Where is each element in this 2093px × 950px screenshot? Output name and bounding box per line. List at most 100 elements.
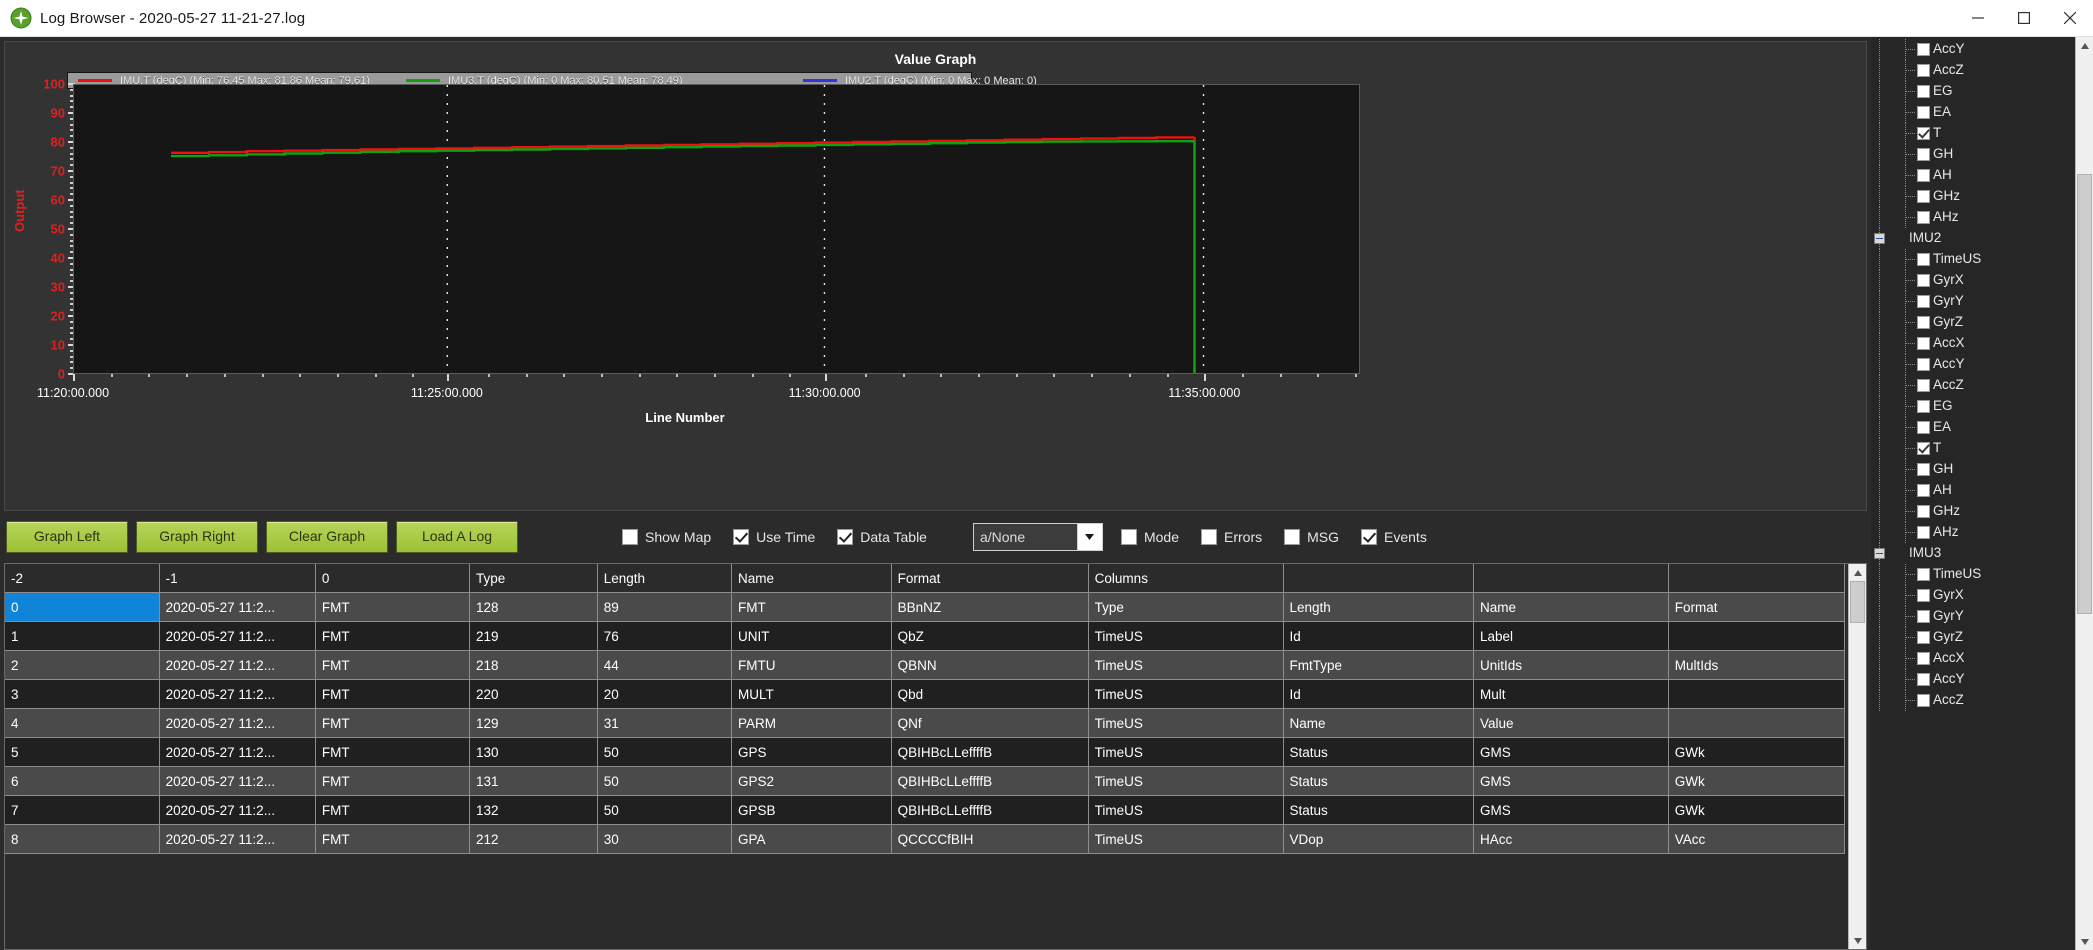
table-cell[interactable]: FMT (315, 679, 471, 709)
tree-node-checkbox[interactable] (1917, 442, 1930, 455)
tree-node-checkbox[interactable] (1917, 694, 1930, 707)
table-cell[interactable]: 2020-05-27 11:2... (159, 737, 316, 767)
errors-checkbox[interactable]: Errors (1201, 529, 1262, 545)
scrollbar-track[interactable] (1849, 623, 1866, 932)
table-cell[interactable]: 2020-05-27 11:2... (159, 621, 316, 651)
tree-node-timeus[interactable]: TimeUS (1871, 564, 2075, 585)
tree-node-gyrz[interactable]: GyrZ (1871, 627, 2075, 648)
tree-node-accy[interactable]: AccY (1871, 669, 2075, 690)
table-cell[interactable]: 132 (469, 795, 598, 825)
checkbox-box[interactable] (1201, 529, 1217, 545)
table-cell[interactable]: Id (1283, 679, 1474, 709)
table-header-cell-8[interactable] (1283, 564, 1474, 593)
table-cell[interactable]: QBIHBcLLeffffB (891, 766, 1089, 796)
tree-vertical-scrollbar[interactable] (2075, 37, 2093, 950)
table-cell[interactable]: 212 (469, 824, 598, 854)
minimize-button[interactable] (1955, 0, 2001, 36)
collapse-icon[interactable] (1874, 548, 1885, 559)
table-header-cell-2[interactable]: 0 (315, 564, 471, 593)
table-cell[interactable]: 31 (597, 708, 733, 738)
table-row[interactable]: 8 2020-05-27 11:2... FMT 212 30 GPA QCCCCfBIH T… (5, 824, 1846, 854)
table-cell[interactable]: TimeUS (1088, 795, 1284, 825)
table-cell[interactable]: Qbd (891, 679, 1089, 709)
table-cell[interactable]: 20 (597, 679, 733, 709)
tree-node-checkbox[interactable] (1917, 421, 1930, 434)
tree-node-checkbox[interactable] (1917, 400, 1930, 413)
table-row[interactable]: 3 2020-05-27 11:2... FMT 220 20 MULT Qbd TimeUS… (5, 679, 1846, 709)
tree-node-checkbox[interactable] (1917, 148, 1930, 161)
table-header-cell-1[interactable]: -1 (159, 564, 316, 593)
table-cell[interactable]: VAcc (1668, 824, 1846, 854)
table-cell[interactable]: TimeUS (1088, 708, 1284, 738)
chevron-down-icon[interactable] (1076, 524, 1102, 550)
tree-node-ahz[interactable]: AHz (1871, 207, 2075, 228)
table-cell[interactable]: GPA (731, 824, 892, 854)
scrollbar-thumb[interactable] (1850, 581, 1865, 623)
msg-checkbox[interactable]: MSG (1284, 529, 1339, 545)
table-header-row[interactable]: -2 -1 0 Type Length Name Format Columns (5, 564, 1846, 593)
table-cell[interactable]: Status (1283, 766, 1474, 796)
tree-node-checkbox[interactable] (1917, 169, 1930, 182)
tree-node-checkbox[interactable] (1917, 463, 1930, 476)
table-cell[interactable]: FMT (315, 737, 471, 767)
table-cell[interactable]: Label (1473, 621, 1669, 651)
tree-node-checkbox[interactable] (1917, 106, 1930, 119)
table-cell[interactable]: UnitIds (1473, 650, 1669, 680)
data-table[interactable]: -2 -1 0 Type Length Name Format Columns 0 2020-0… (5, 564, 1848, 949)
table-cell[interactable]: 2 (5, 650, 160, 680)
tree-node-checkbox[interactable] (1917, 379, 1930, 392)
table-cell[interactable]: QBIHBcLLeffffB (891, 737, 1089, 767)
clear-graph-button[interactable]: Clear Graph (266, 521, 388, 553)
scroll-up-arrow-icon[interactable] (1849, 564, 1866, 581)
table-cell[interactable]: Mult (1473, 679, 1669, 709)
graph-left-button[interactable]: Graph Left (6, 521, 128, 553)
table-header-cell-9[interactable] (1473, 564, 1669, 593)
tree-node-eg[interactable]: EG (1871, 396, 2075, 417)
collapse-icon[interactable] (1874, 233, 1885, 244)
tree-node-ea[interactable]: EA (1871, 417, 2075, 438)
table-cell[interactable]: 50 (597, 795, 733, 825)
tree-node-checkbox[interactable] (1917, 484, 1930, 497)
maximize-button[interactable] (2001, 0, 2047, 36)
table-cell[interactable]: 7 (5, 795, 160, 825)
table-cell[interactable]: 218 (469, 650, 598, 680)
tree-node-checkbox[interactable] (1917, 526, 1930, 539)
checkbox-box[interactable] (1284, 529, 1301, 545)
tree-scroll-down-arrow-icon[interactable] (2076, 933, 2093, 950)
tree-node-ea[interactable]: EA (1871, 102, 2075, 123)
table-cell[interactable]: Format (1668, 592, 1846, 622)
use-time-checkbox[interactable]: Use Time (733, 529, 815, 545)
table-cell[interactable]: FMT (315, 708, 471, 738)
table-cell[interactable]: 128 (469, 592, 598, 622)
tree-node-accz[interactable]: AccZ (1871, 690, 2075, 711)
table-cell[interactable]: VDop (1283, 824, 1474, 854)
table-row[interactable]: 4 2020-05-27 11:2... FMT 129 31 PARM QNf TimeUS… (5, 708, 1846, 738)
table-cell[interactable] (1668, 679, 1846, 709)
table-cell[interactable]: Status (1283, 737, 1474, 767)
table-cell[interactable]: 4 (5, 708, 160, 738)
table-cell[interactable]: GWk (1668, 795, 1846, 825)
table-cell[interactable]: 2020-05-27 11:2... (159, 708, 316, 738)
tree-node-t[interactable]: T (1871, 123, 2075, 144)
table-cell[interactable]: GWk (1668, 766, 1846, 796)
table-cell[interactable]: FMT (315, 824, 471, 854)
tree-node-gyrx[interactable]: GyrX (1871, 585, 2075, 606)
tree-node-gyry[interactable]: GyrY (1871, 291, 2075, 312)
close-button[interactable] (2047, 0, 2093, 36)
table-row[interactable]: 7 2020-05-27 11:2... FMT 132 50 GPSB QBIHBcLLe… (5, 795, 1846, 825)
table-header-cell-4[interactable]: Length (597, 564, 733, 593)
tree-node-checkbox[interactable] (1917, 127, 1930, 140)
table-cell[interactable]: QBNN (891, 650, 1089, 680)
table-row[interactable]: 2 2020-05-27 11:2... FMT 218 44 FMTU QBNN TimeU… (5, 650, 1846, 680)
table-cell[interactable]: FMT (315, 621, 471, 651)
table-cell[interactable]: 76 (597, 621, 733, 651)
tree-scrollbar-thumb[interactable] (2077, 174, 2092, 614)
events-checkbox[interactable]: Events (1361, 529, 1427, 545)
table-cell[interactable]: 50 (597, 737, 733, 767)
tree-node-gyrz[interactable]: GyrZ (1871, 312, 2075, 333)
table-cell[interactable]: 129 (469, 708, 598, 738)
plot-area[interactable] (73, 84, 1360, 374)
table-cell[interactable]: FMTU (731, 650, 892, 680)
tree-node-gyrx[interactable]: GyrX (1871, 270, 2075, 291)
table-cell[interactable]: Type (1088, 592, 1284, 622)
